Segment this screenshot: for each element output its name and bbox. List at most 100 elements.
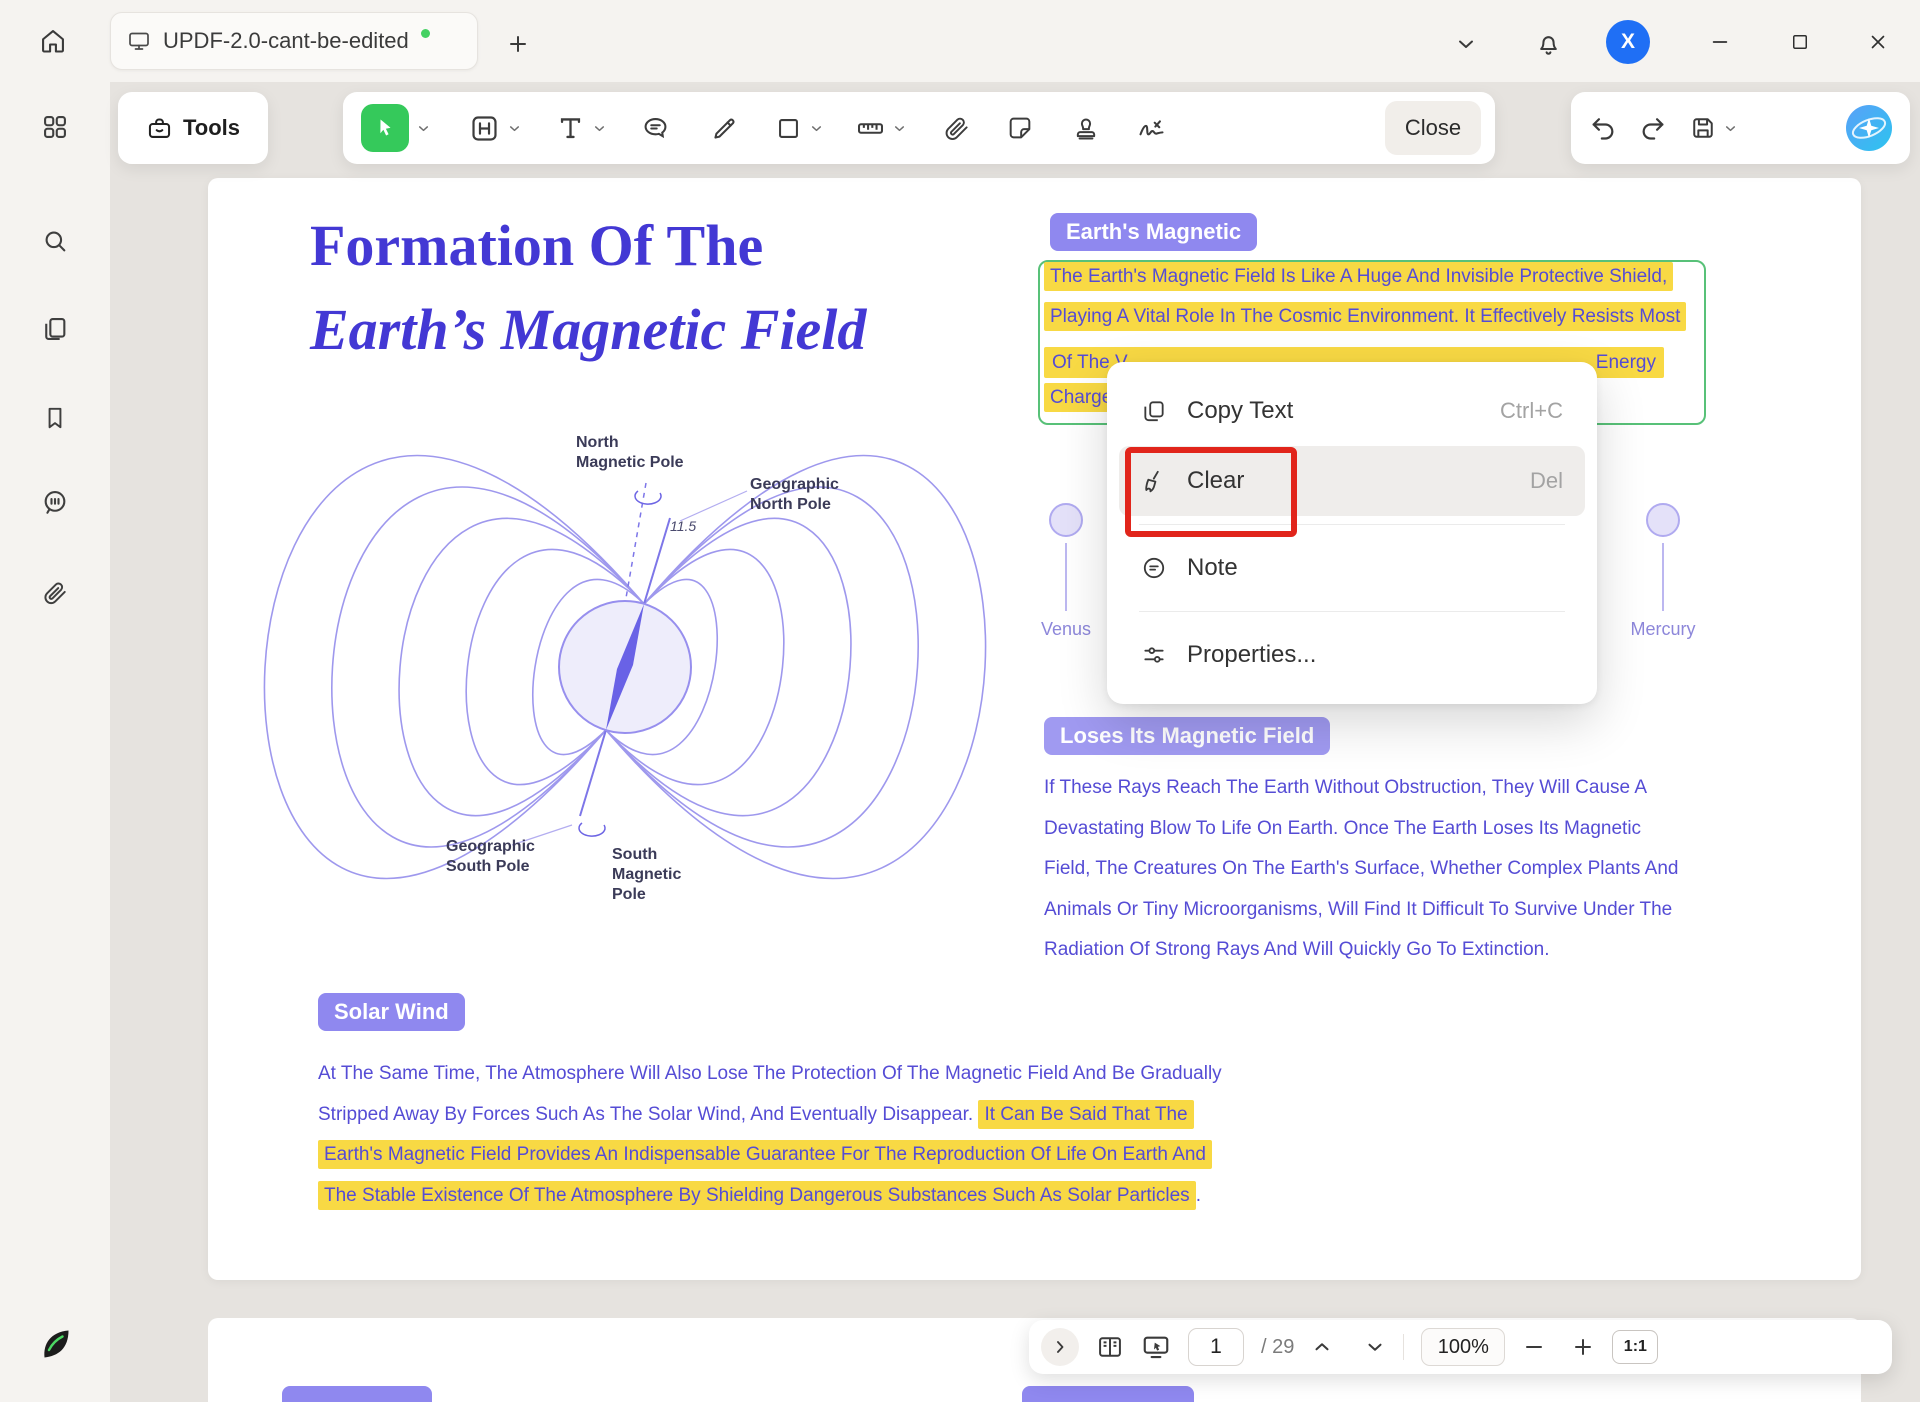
select-tool-button-active[interactable]	[361, 104, 409, 152]
highlighted-text-segment[interactable]: Earth's Magnetic Field Provides An Indis…	[318, 1140, 1212, 1169]
partial-badge	[1022, 1386, 1194, 1402]
undo-button[interactable]	[1589, 114, 1617, 142]
highlighted-text-line[interactable]: Playing A Vital Role In The Cosmic Envir…	[1044, 306, 1686, 328]
context-menu-item-copy-text[interactable]: Copy Text Ctrl+C	[1119, 376, 1585, 446]
chevron-down-icon	[592, 121, 607, 136]
stamp-tool-button[interactable]	[1072, 114, 1100, 142]
page-number-input[interactable]: 1	[1188, 1328, 1244, 1366]
measure-tool-button[interactable]	[856, 114, 885, 143]
comment-bubble-icon	[41, 488, 69, 516]
signature-tool-button[interactable]	[1136, 113, 1167, 144]
sidebar-item-apps[interactable]	[31, 103, 79, 151]
pen-icon	[710, 114, 739, 143]
minimize-icon	[1709, 31, 1731, 53]
save-button[interactable]	[1689, 114, 1738, 142]
highlighted-text-segment[interactable]: It Can Be Said That The	[978, 1100, 1193, 1129]
sidebar-item-annotations[interactable]	[31, 478, 79, 526]
sidebar-item-search[interactable]	[31, 217, 79, 265]
undo-icon	[1589, 114, 1617, 142]
text-tool-dropdown[interactable]	[592, 121, 607, 136]
svg-text:South Pole: South Pole	[446, 858, 530, 875]
edit-text-dropdown[interactable]	[507, 121, 522, 136]
mercury-label: Mercury	[1630, 619, 1695, 640]
body-text-segment: .	[1196, 1185, 1201, 1206]
redo-button[interactable]	[1639, 114, 1667, 142]
label-north-magnetic-pole: North	[576, 434, 619, 451]
context-menu-item-clear[interactable]: Clear Del	[1119, 446, 1585, 516]
tab-list-dropdown-button[interactable]	[1446, 24, 1486, 64]
new-tab-button[interactable]	[498, 24, 538, 64]
context-menu-item-note[interactable]: Note	[1119, 533, 1585, 603]
tab-title: UPDF-2.0-cant-be-edited	[163, 28, 409, 54]
section-badge-earths-magnetic[interactable]: Earth's Magnetic	[1050, 213, 1257, 251]
select-tool-dropdown[interactable]	[416, 121, 431, 136]
close-editor-button[interactable]: Close	[1385, 101, 1481, 155]
minimize-button[interactable]	[1700, 22, 1740, 62]
updf-logo-icon	[37, 1326, 73, 1362]
grid-icon	[41, 113, 69, 141]
attachment-tool-button[interactable]	[943, 115, 970, 142]
menu-divider	[1139, 611, 1565, 612]
updf-logo[interactable]	[31, 1320, 79, 1368]
paperclip-icon	[943, 115, 970, 142]
sidebar-item-bookmarks[interactable]	[31, 394, 79, 442]
measure-tool-dropdown[interactable]	[892, 121, 907, 136]
expand-panel-button[interactable]	[1041, 1328, 1079, 1366]
highlighted-text-segment[interactable]: The Stable Existence Of The Atmosphere B…	[318, 1181, 1196, 1210]
pen-tool-button[interactable]	[710, 114, 739, 143]
editing-toolbar: Close	[343, 92, 1495, 164]
tools-label: Tools	[183, 115, 240, 141]
svg-text:Magnetic: Magnetic	[612, 866, 681, 883]
next-page-button[interactable]	[1364, 1336, 1386, 1358]
paperclip-icon	[42, 580, 68, 606]
ai-sparkle-icon	[1846, 105, 1892, 151]
actual-size-button[interactable]: 1:1	[1612, 1330, 1658, 1364]
notifications-button[interactable]	[1526, 22, 1570, 66]
document-title-line2: Earth’s Magnetic Field	[310, 296, 866, 363]
search-icon	[41, 227, 69, 255]
bookmark-icon	[42, 405, 68, 431]
highlighted-text-line[interactable]: The Earth's Magnetic Field Is Like A Hug…	[1044, 266, 1673, 288]
zoom-in-button[interactable]	[1571, 1335, 1595, 1359]
home-icon	[39, 27, 67, 55]
previous-page-button[interactable]	[1311, 1336, 1333, 1358]
tools-button[interactable]: Tools	[118, 92, 268, 164]
plus-icon	[506, 32, 530, 56]
chevron-down-icon	[507, 121, 522, 136]
plus-icon	[1571, 1335, 1595, 1359]
home-button[interactable]	[28, 16, 78, 66]
context-menu-item-properties[interactable]: Properties...	[1119, 620, 1585, 690]
menu-item-label: Copy Text	[1187, 397, 1293, 425]
sidebar-item-pages[interactable]	[31, 305, 79, 353]
body-text-line: Animals Or Tiny Microorganisms, Will Fin…	[1044, 890, 1678, 931]
zoom-level-control[interactable]: 100%	[1421, 1328, 1505, 1366]
chevron-down-icon	[1454, 32, 1478, 56]
close-window-button[interactable]	[1858, 22, 1898, 62]
partial-badge	[282, 1386, 432, 1402]
section-badge-solar-wind[interactable]: Solar Wind	[318, 993, 465, 1031]
edit-text-tool-button[interactable]	[469, 113, 500, 144]
maximize-button[interactable]	[1780, 22, 1820, 62]
label-south-magnetic-pole: South	[612, 846, 657, 863]
signature-icon	[1136, 113, 1167, 144]
maximize-icon	[1790, 32, 1810, 52]
shape-tool-button[interactable]	[775, 115, 802, 142]
sidebar-item-attachments[interactable]	[31, 569, 79, 617]
presentation-mode-button[interactable]	[1141, 1332, 1171, 1362]
reader-view-button[interactable]	[1096, 1333, 1124, 1361]
document-tab-icon	[127, 29, 151, 53]
minus-icon	[1522, 1335, 1546, 1359]
comment-tool-button[interactable]	[641, 114, 670, 143]
shape-tool-dropdown[interactable]	[809, 121, 824, 136]
section-badge-loses-field[interactable]: Loses Its Magnetic Field	[1044, 717, 1330, 755]
menu-item-label: Clear	[1187, 467, 1244, 495]
body-text-segment: Stripped Away By Forces Such As The Sola…	[318, 1104, 978, 1125]
history-save-toolbar	[1571, 92, 1910, 164]
sticker-tool-button[interactable]	[1006, 114, 1034, 142]
text-tool-button[interactable]	[556, 114, 585, 143]
account-avatar[interactable]: X	[1606, 20, 1650, 64]
planet-mercury: Mercury	[1617, 503, 1709, 640]
document-tab[interactable]: UPDF-2.0-cant-be-edited	[110, 12, 478, 70]
zoom-out-button[interactable]	[1522, 1335, 1546, 1359]
ai-assistant-button[interactable]	[1846, 105, 1892, 151]
